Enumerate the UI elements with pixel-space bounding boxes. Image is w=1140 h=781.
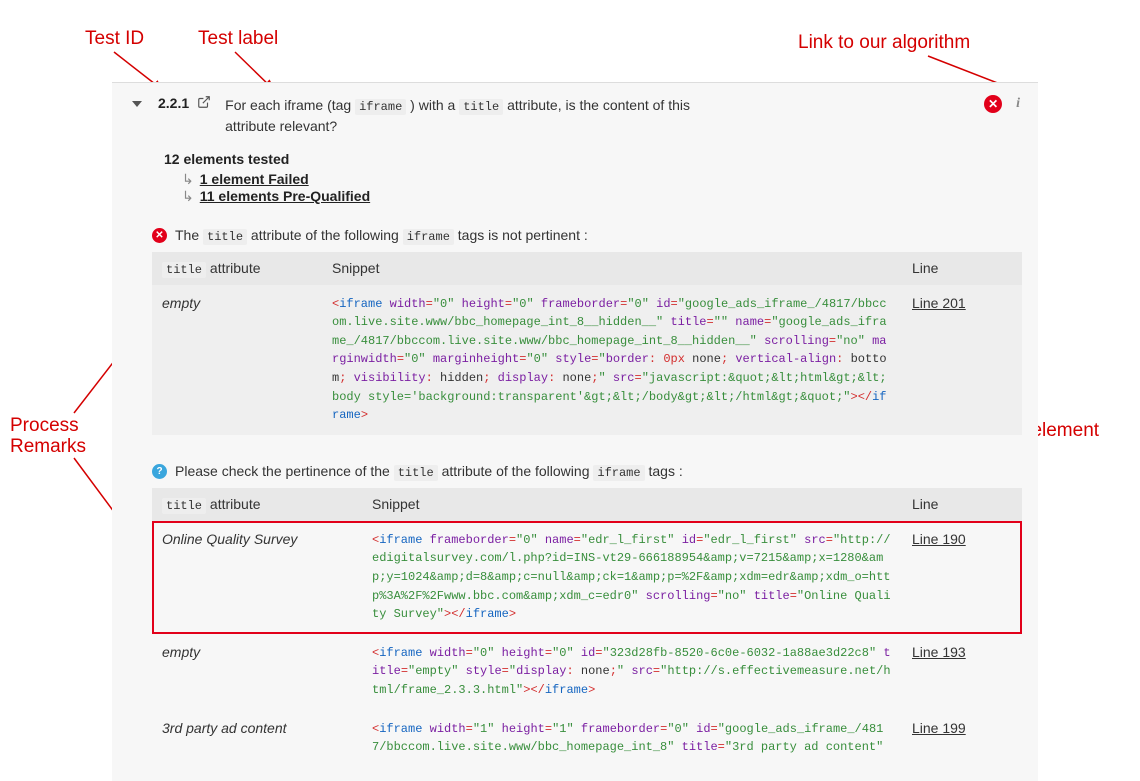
cell-snippet: <iframe width="1" height="1" frameborder…	[362, 710, 902, 767]
th-snippet: Snippet	[322, 252, 902, 285]
cell-title-attr: 3rd party ad content	[152, 710, 362, 767]
th-title: title attribute	[152, 488, 362, 521]
th-line: Line	[902, 252, 1022, 285]
cell-snippet: <iframe frameborder="0" name="edr_l_firs…	[362, 521, 902, 634]
evidence-table-check: title attribute Snippet Line Online Qual…	[152, 488, 1022, 767]
cell-line-link[interactable]: Line 193	[902, 634, 1022, 710]
table-row: empty<iframe width="0" height="0" id="32…	[152, 634, 1022, 710]
th-title: title attribute	[152, 252, 322, 285]
label-seg: For each iframe (tag	[225, 97, 355, 113]
th-line: Line	[902, 488, 1022, 521]
summary-tested: 12 elements tested	[164, 151, 1020, 167]
test-id: 2.2.1	[158, 95, 189, 111]
th-snippet: Snippet	[362, 488, 902, 521]
summary-prequalified-link[interactable]: 11 elements Pre-Qualified	[182, 188, 1020, 205]
cell-title-attr: empty	[152, 285, 322, 435]
remark-check-text: Please check the pertinence of the title…	[175, 463, 683, 480]
collapse-caret-icon[interactable]	[132, 101, 142, 107]
remark-fail-block: ✕ The title attribute of the following i…	[112, 227, 1038, 449]
label-seg: ) with a	[406, 97, 459, 113]
cell-snippet: <iframe width="0" height="0" frameborder…	[322, 285, 902, 435]
anno-test-label: Test label	[198, 28, 278, 50]
table-row: Online Quality Survey<iframe frameborder…	[152, 521, 1022, 634]
fail-result-icon: ✕	[984, 95, 1002, 113]
test-summary: 12 elements tested 1 element Failed 11 e…	[112, 147, 1038, 219]
summary-failed-link[interactable]: 1 element Failed	[182, 171, 1020, 188]
code-title: title	[459, 99, 503, 115]
remark-fail-text: The title attribute of the following ifr…	[175, 227, 588, 244]
anno-process-l2: Remarks	[10, 436, 86, 458]
cell-snippet: <iframe width="0" height="0" id="323d28f…	[362, 634, 902, 710]
anno-algo-link: Link to our algorithm	[798, 32, 970, 54]
code-iframe: iframe	[355, 99, 406, 115]
evidence-table-fail: title attribute Snippet Line empty<ifram…	[152, 252, 1022, 435]
cell-line-link[interactable]: Line 199	[902, 710, 1022, 767]
cell-line-link[interactable]: Line 201	[902, 285, 1022, 435]
remark-check-block: ? Please check the pertinence of the tit…	[112, 449, 1038, 781]
test-label: For each iframe (tag iframe ) with a tit…	[225, 95, 705, 137]
anno-test-id: Test ID	[85, 28, 144, 50]
test-header: 2.2.1 For each iframe (tag iframe ) with…	[112, 83, 1038, 147]
cell-title-attr: Online Quality Survey	[152, 521, 362, 634]
table-row: 3rd party ad content<iframe width="1" he…	[152, 710, 1022, 767]
info-icon[interactable]: i	[1016, 96, 1020, 112]
external-link-icon[interactable]	[197, 95, 211, 112]
fail-icon: ✕	[152, 228, 167, 243]
cell-title-attr: empty	[152, 634, 362, 710]
table-row: empty<iframe width="0" height="0" frameb…	[152, 285, 1022, 435]
test-panel: 2.2.1 For each iframe (tag iframe ) with…	[112, 82, 1038, 781]
cell-line-link[interactable]: Line 190	[902, 521, 1022, 634]
question-icon: ?	[152, 464, 167, 479]
anno-process-l1: Process	[10, 415, 79, 437]
